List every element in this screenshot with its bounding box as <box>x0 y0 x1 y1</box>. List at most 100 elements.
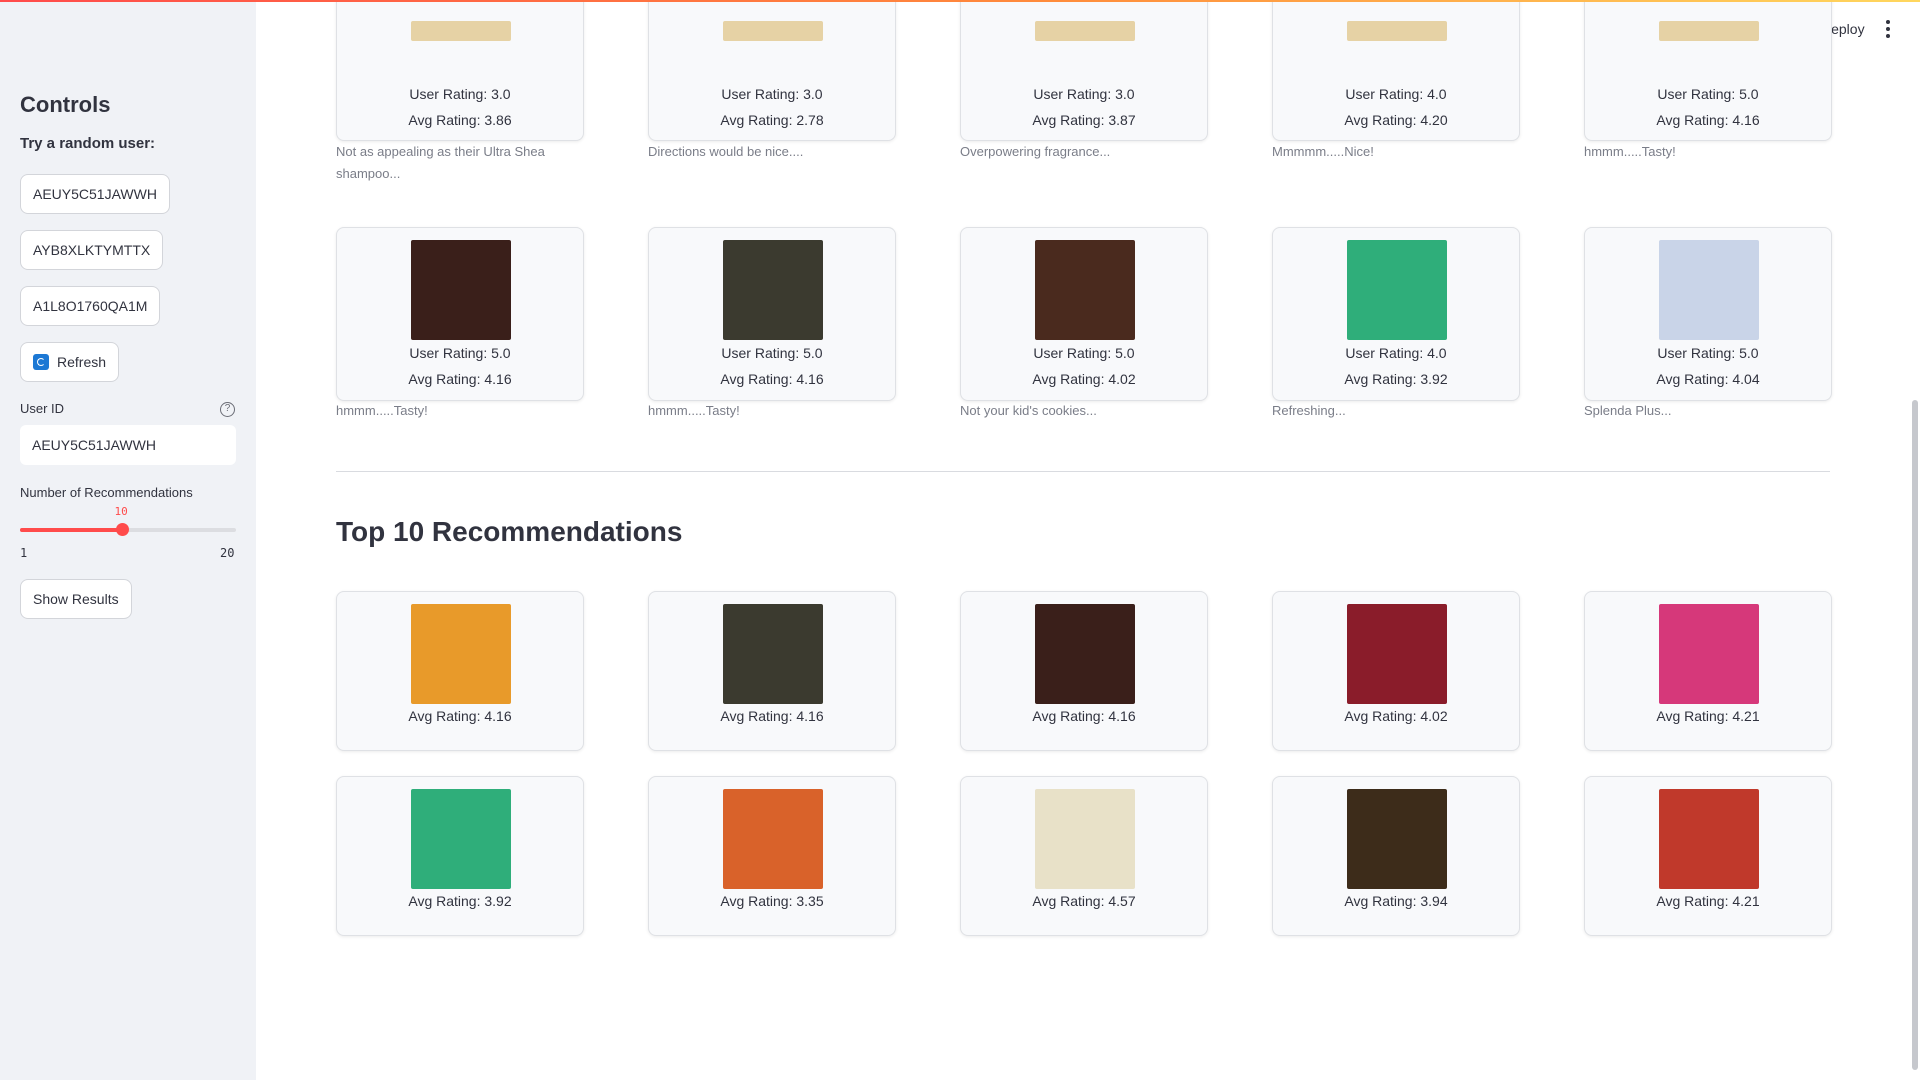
avg-rating: Avg Rating: 4.21 <box>1656 708 1760 724</box>
avg-rating: Avg Rating: 3.35 <box>720 893 824 909</box>
product-image <box>411 604 511 704</box>
product-image <box>723 21 823 41</box>
avg-rating: Avg Rating: 4.21 <box>1656 893 1760 909</box>
product-image <box>1035 789 1135 889</box>
rated-product-card: User Rating: 3.0 Avg Rating: 3.87 <box>960 0 1208 141</box>
user-rating: User Rating: 4.0 <box>1345 86 1447 102</box>
avg-rating: Avg Rating: 4.16 <box>408 708 512 724</box>
avg-rating: Avg Rating: 4.16 <box>720 371 824 387</box>
product-image <box>1659 789 1759 889</box>
refresh-button[interactable]: Refresh <box>20 342 120 382</box>
avg-rating: Avg Rating: 4.16 <box>408 371 512 387</box>
num-recommendations-slider[interactable]: 10 <box>20 505 236 536</box>
avg-rating: Avg Rating: 3.87 <box>1032 112 1136 128</box>
product-image <box>723 604 823 704</box>
slider-fill <box>20 528 122 532</box>
product-image <box>411 240 511 340</box>
recommendation-card[interactable]: Avg Rating: 4.57 <box>960 776 1208 936</box>
recommendation-card[interactable]: Avg Rating: 4.16 <box>960 591 1208 751</box>
recommendation-card[interactable]: Avg Rating: 4.02 <box>1272 591 1520 751</box>
page-scrollbar[interactable] <box>1912 400 1918 1070</box>
user-id-label: User ID <box>20 401 65 416</box>
avg-rating: Avg Rating: 4.16 <box>720 708 824 724</box>
user-rating: User Rating: 5.0 <box>1657 86 1759 102</box>
slider-min-label: 1 <box>20 546 28 560</box>
avg-rating: Avg Rating: 4.02 <box>1344 708 1448 724</box>
rated-product-card: User Rating: 4.0 Avg Rating: 4.20 <box>1272 0 1520 141</box>
section-divider <box>336 471 1830 472</box>
rated-product-card: User Rating: 4.0 Avg Rating: 3.92 <box>1272 227 1520 401</box>
user-rating: User Rating: 5.0 <box>1657 345 1759 361</box>
avg-rating: Avg Rating: 3.94 <box>1344 893 1448 909</box>
sidebar: Controls Try a random user: AEUY5C51JAWW… <box>0 0 256 1080</box>
review-caption: hmmm.....Tasty! <box>1584 144 1676 159</box>
product-image <box>1347 604 1447 704</box>
recommendation-card[interactable]: Avg Rating: 3.94 <box>1272 776 1520 936</box>
avg-rating: Avg Rating: 4.16 <box>1032 708 1136 724</box>
random-user-button-3[interactable]: A1L8O1760QA1M <box>20 286 161 326</box>
recommendation-card[interactable]: Avg Rating: 4.16 <box>648 591 896 751</box>
avg-rating: Avg Rating: 4.20 <box>1344 112 1448 128</box>
slider-thumb[interactable] <box>115 523 129 536</box>
help-icon[interactable]: ? <box>220 402 235 417</box>
product-image <box>411 21 511 41</box>
refresh-icon <box>33 354 49 370</box>
user-rating: User Rating: 5.0 <box>1033 345 1135 361</box>
review-caption: Refreshing... <box>1272 403 1346 418</box>
product-image <box>1659 240 1759 340</box>
user-rating: User Rating: 3.0 <box>409 86 511 102</box>
review-caption: hmmm.....Tasty! <box>336 403 428 418</box>
rated-product-card: User Rating: 5.0 Avg Rating: 4.04 <box>1584 227 1832 401</box>
product-image <box>1347 240 1447 340</box>
recommendation-card[interactable]: Avg Rating: 4.16 <box>336 591 584 751</box>
review-caption: hmmm.....Tasty! <box>648 403 740 418</box>
review-caption: Overpowering fragrance... <box>960 144 1111 159</box>
random-user-button-2[interactable]: AYB8XLKTYMTTX <box>20 230 164 270</box>
user-rating: User Rating: 3.0 <box>721 86 823 102</box>
avg-rating: Avg Rating: 4.04 <box>1656 371 1760 387</box>
product-image <box>723 240 823 340</box>
review-caption: Directions would be nice.... <box>648 144 804 159</box>
recommendations-title: Top 10 Recommendations <box>336 516 683 547</box>
review-caption: Not your kid's cookies... <box>960 403 1097 418</box>
product-image <box>1035 21 1135 41</box>
recommendation-card[interactable]: Avg Rating: 3.35 <box>648 776 896 936</box>
user-id-input[interactable]: AEUY5C51JAWWH <box>20 425 236 465</box>
review-caption: Not as appealing as their Ultra Shea sha… <box>336 144 545 181</box>
top-decoration-bar <box>0 0 1920 2</box>
user-rating: User Rating: 3.0 <box>1033 86 1135 102</box>
random-user-label: Try a random user: <box>20 135 156 152</box>
recommendation-card[interactable]: Avg Rating: 3.92 <box>336 776 584 936</box>
rated-product-card: User Rating: 5.0 Avg Rating: 4.02 <box>960 227 1208 401</box>
product-image <box>1347 789 1447 889</box>
recommendation-card[interactable]: Avg Rating: 4.21 <box>1584 776 1832 936</box>
product-image <box>1035 604 1135 704</box>
show-results-button[interactable]: Show Results <box>20 579 132 619</box>
user-rating: User Rating: 5.0 <box>409 345 511 361</box>
slider-max-label: 20 <box>220 546 235 560</box>
rated-product-card: User Rating: 5.0 Avg Rating: 4.16 <box>1584 0 1832 141</box>
avg-rating: Avg Rating: 4.02 <box>1032 371 1136 387</box>
slider-value: 10 <box>114 505 128 518</box>
refresh-label: Refresh <box>57 354 107 370</box>
rated-product-card: User Rating: 5.0 Avg Rating: 4.16 <box>336 227 584 401</box>
avg-rating: Avg Rating: 3.86 <box>408 112 512 128</box>
product-image <box>1659 604 1759 704</box>
avg-rating: Avg Rating: 2.78 <box>720 112 824 128</box>
random-user-button-1[interactable]: AEUY5C51JAWWH <box>20 174 170 214</box>
rated-product-card: User Rating: 3.0 Avg Rating: 3.86 <box>336 0 584 141</box>
product-image <box>411 789 511 889</box>
avg-rating: Avg Rating: 4.16 <box>1656 112 1760 128</box>
recommendation-card[interactable]: Avg Rating: 4.21 <box>1584 591 1832 751</box>
num-recommendations-label: Number of Recommendations <box>20 485 193 500</box>
rated-product-card: User Rating: 3.0 Avg Rating: 2.78 <box>648 0 896 141</box>
product-image <box>1659 21 1759 41</box>
product-image <box>1035 240 1135 340</box>
product-image <box>723 789 823 889</box>
sidebar-title: Controls <box>20 92 111 117</box>
avg-rating: Avg Rating: 3.92 <box>408 893 512 909</box>
rated-product-card: User Rating: 5.0 Avg Rating: 4.16 <box>648 227 896 401</box>
user-rating: User Rating: 4.0 <box>1345 345 1447 361</box>
review-caption: Mmmmm.....Nice! <box>1272 144 1374 159</box>
user-rating: User Rating: 5.0 <box>721 345 823 361</box>
